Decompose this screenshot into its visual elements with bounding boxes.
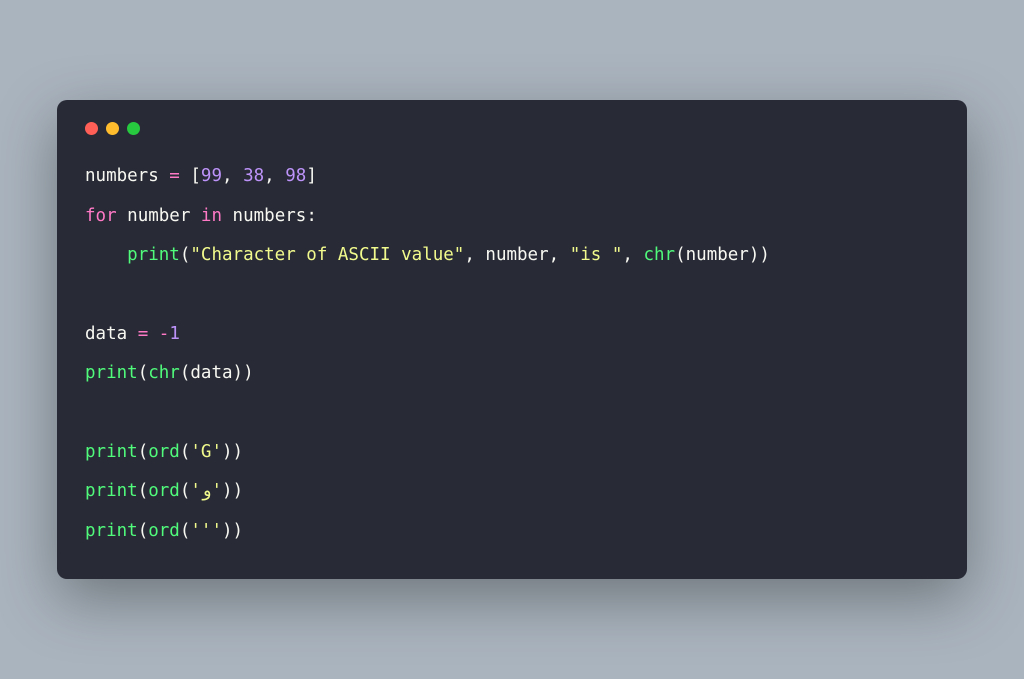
code-token: "is " [570,245,623,265]
code-token: , [622,245,643,265]
code-token: ) [233,442,244,462]
code-token: number [485,245,548,265]
code-token: number [127,206,190,226]
code-window: numbers = [99, 38, 98]for number in numb… [57,100,967,579]
code-token: data [190,363,232,383]
code-token: 99 [201,166,222,186]
code-token: [ [190,166,201,186]
code-token: ) [759,245,770,265]
code-token: : [306,206,317,226]
code-token: ) [749,245,760,265]
code-token: ord [148,442,180,462]
code-token: , [264,166,285,186]
code-token: print [85,521,138,541]
code-token: 98 [285,166,306,186]
code-line: print(ord('و')) [85,472,939,511]
code-token: ) [222,481,233,501]
close-icon[interactable] [85,122,98,135]
code-token: , [549,245,570,265]
code-token: ( [180,481,191,501]
minimize-icon[interactable] [106,122,119,135]
maximize-icon[interactable] [127,122,140,135]
code-token: ) [243,363,254,383]
code-token: = [127,324,159,344]
code-line: print("Character of ASCII value", number… [85,236,939,275]
code-token: print [127,245,180,265]
code-token [222,206,233,226]
code-token: 'G' [190,442,222,462]
code-token [85,245,127,265]
code-token [117,206,128,226]
code-token: ( [138,442,149,462]
code-token [190,206,201,226]
code-token: print [85,442,138,462]
code-token: data [85,324,127,344]
code-block: numbers = [99, 38, 98]for number in numb… [85,157,939,551]
code-token: ( [138,363,149,383]
code-token: = [159,166,191,186]
code-token: 'و' [190,481,222,501]
code-token: ( [138,521,149,541]
code-token: ( [138,481,149,501]
code-line: print(ord('G')) [85,433,939,472]
code-token: numbers [233,206,307,226]
code-token: 38 [243,166,264,186]
code-token: ( [180,442,191,462]
code-line [85,275,939,314]
code-token: numbers [85,166,159,186]
code-line: print(ord(''')) [85,512,939,551]
code-token: ] [306,166,317,186]
code-token: ) [222,442,233,462]
code-token: ord [148,481,180,501]
code-token: ord [148,521,180,541]
code-line [85,393,939,432]
code-token: ) [233,363,244,383]
code-token: ) [222,521,233,541]
code-line: numbers = [99, 38, 98] [85,157,939,196]
code-token: ( [180,363,191,383]
code-line: print(chr(data)) [85,354,939,393]
code-token: ( [180,245,191,265]
code-token: ( [675,245,686,265]
code-line: data = -1 [85,315,939,354]
code-token: "Character of ASCII value" [190,245,464,265]
code-token: chr [148,363,180,383]
code-token: ''' [190,521,222,541]
window-titlebar [85,122,939,135]
code-line: for number in numbers: [85,197,939,236]
code-token: chr [643,245,675,265]
code-token: ( [180,521,191,541]
code-token: print [85,363,138,383]
code-token: ) [233,521,244,541]
code-token: print [85,481,138,501]
code-token: , [464,245,485,265]
code-token: for [85,206,117,226]
code-token: 1 [169,324,180,344]
code-token: ) [233,481,244,501]
code-token: - [159,324,170,344]
code-token: , [222,166,243,186]
code-token: number [686,245,749,265]
code-token: in [201,206,222,226]
